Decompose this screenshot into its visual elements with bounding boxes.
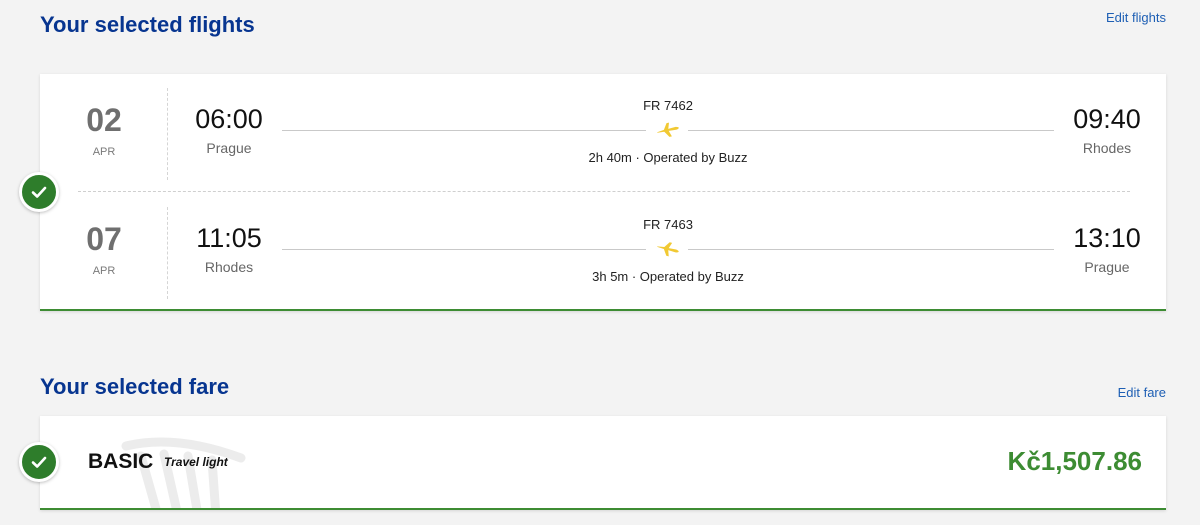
flight-row-outbound: 02 APR 06:00 Prague FR 7462 2h 40m · Ope… (40, 88, 1166, 180)
date-day: 07 (86, 221, 122, 257)
flight-duration-operator: 3h 5m · Operated by Buzz (592, 269, 744, 284)
route-line (688, 249, 1054, 250)
plane-takeoff-icon (657, 122, 679, 137)
check-icon (19, 442, 59, 482)
date-block: 02 APR (40, 88, 168, 180)
edit-fare-link[interactable]: Edit fare (1118, 385, 1166, 400)
departure-city: Rhodes (204, 259, 254, 275)
date-month: APR (92, 146, 116, 158)
arrival-city: Prague (1084, 259, 1130, 275)
flight-row-return: 07 APR 11:05 Rhodes FR 7463 3h 5m · Oper… (40, 207, 1166, 299)
check-icon (19, 172, 59, 212)
route-line (282, 249, 646, 250)
flight-duration-operator: 2h 40m · Operated by Buzz (588, 150, 748, 165)
departure-city: Prague (206, 140, 252, 156)
date-day: 02 (86, 102, 122, 138)
plane-landing-icon (657, 242, 679, 257)
date-month: APR (92, 265, 116, 277)
fare-subtitle: Travel light (164, 455, 228, 469)
arrival-time: 09:40 (1073, 104, 1141, 134)
edit-flights-link[interactable]: Edit flights (1106, 10, 1166, 25)
departure-time: 06:00 (195, 104, 263, 134)
flight-number: FR 7463 (643, 217, 693, 232)
selected-fare-card: BASIC Travel light Kč1,507.86 (40, 416, 1166, 510)
route-line (688, 130, 1054, 131)
departure-time: 11:05 (196, 223, 262, 253)
date-block: 07 APR (40, 207, 168, 299)
fare-price: Kč1,507.86 (1007, 446, 1142, 476)
flights-section-title: Your selected flights (40, 12, 255, 37)
fare-section-title: Your selected fare (40, 374, 230, 399)
selected-flights-card: 02 APR 06:00 Prague FR 7462 2h 40m · Ope… (40, 74, 1166, 311)
segment-divider (78, 191, 1130, 192)
fare-name: BASIC (88, 450, 154, 473)
arrival-city: Rhodes (1082, 140, 1132, 156)
arrival-time: 13:10 (1073, 223, 1141, 253)
route-line (282, 130, 646, 131)
flight-number: FR 7462 (643, 98, 693, 113)
